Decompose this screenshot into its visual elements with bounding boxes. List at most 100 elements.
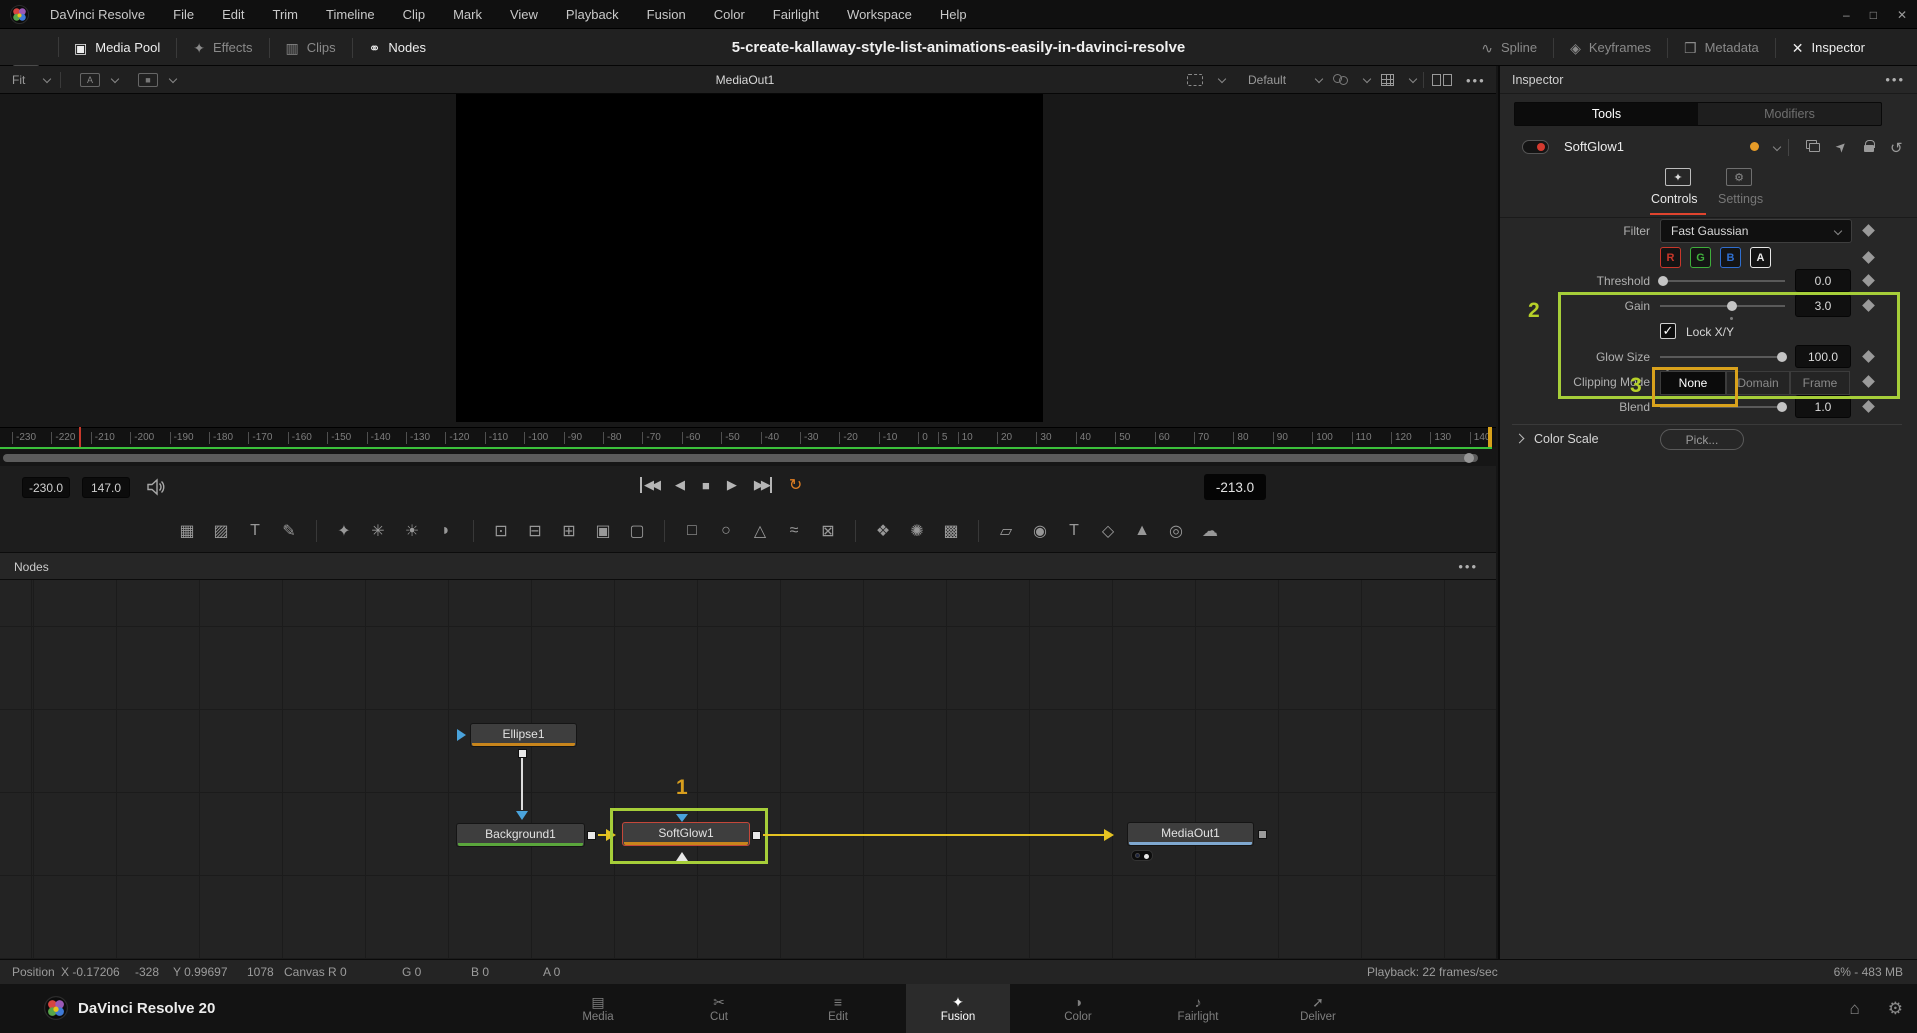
lock-icon[interactable] (1864, 140, 1875, 152)
menu-fairlight[interactable]: Fairlight (759, 0, 833, 29)
inspector-options-menu[interactable]: ••• (1885, 72, 1905, 87)
blend-slider[interactable] (1660, 402, 1787, 412)
spline-button[interactable]: ∿ Spline (1469, 29, 1549, 66)
keyframe-diamond-icon[interactable] (1862, 400, 1875, 413)
time-ruler[interactable]: -230 -220 -210 -200 -190 -180 -170 -160 -150 -140… (0, 427, 1496, 447)
chevron-down-icon[interactable] (1217, 74, 1227, 84)
cloud-tool-icon[interactable]: ☁ (1197, 519, 1223, 543)
maximize-button[interactable]: □ (1870, 8, 1877, 22)
merge3d-tool-icon[interactable]: ◇ (1095, 519, 1121, 543)
tab-tools[interactable]: Tools (1515, 103, 1698, 125)
copy-icon[interactable] (1809, 143, 1820, 152)
viewer-options-menu[interactable]: ••• (1466, 73, 1486, 88)
metadata-button[interactable]: ❒ Metadata (1672, 29, 1771, 66)
channel-b-button[interactable]: B (1720, 247, 1741, 268)
dod-tool-icon[interactable]: ⊟ (522, 519, 548, 543)
current-time-field[interactable]: -213.0 (1204, 474, 1266, 500)
page-tab-edit[interactable]: ≡ Edit (786, 984, 890, 1033)
menu-edit[interactable]: Edit (208, 0, 258, 29)
menu-view[interactable]: View (496, 0, 552, 29)
keyframe-diamond-icon[interactable] (1862, 350, 1875, 363)
node-output-port[interactable] (518, 749, 527, 758)
glow-size-slider[interactable] (1660, 352, 1787, 362)
nodes-button[interactable]: ⚭ Nodes (357, 29, 438, 66)
pin-icon[interactable]: ➤ (1832, 137, 1851, 156)
home-icon[interactable]: ⌂ (1849, 999, 1859, 1019)
page-tab-color[interactable]: ◑ Color (1026, 984, 1130, 1033)
chevron-right-icon[interactable] (1514, 433, 1525, 444)
dissolve-tool-icon[interactable]: ✺ (904, 519, 930, 543)
go-to-start-button[interactable]: ◀◀ (640, 477, 661, 493)
glow-tool-icon[interactable]: ❖ (870, 519, 896, 543)
menu-workspace[interactable]: Workspace (833, 0, 926, 29)
gain-value[interactable]: 3.0 (1795, 294, 1851, 317)
node-output-port[interactable] (1258, 830, 1267, 839)
blend-value[interactable]: 1.0 (1795, 395, 1851, 418)
fastnoise-tool-icon[interactable]: ▨ (208, 519, 234, 543)
camera3d-tool-icon[interactable]: ▲ (1129, 519, 1155, 543)
settings-gear-icon[interactable]: ⚙ (1888, 999, 1903, 1019)
viewer-canvas[interactable] (0, 94, 1496, 427)
menu-file[interactable]: File (159, 0, 208, 29)
subtab-settings[interactable]: Settings (1718, 192, 1763, 206)
controls-icon[interactable]: ✦ (1665, 168, 1691, 186)
go-to-end-button[interactable]: ▶▶ (754, 477, 772, 493)
pick-button[interactable]: Pick... (1660, 429, 1744, 450)
threshold-value[interactable]: 0.0 (1795, 269, 1851, 292)
background-tool-icon[interactable]: ▦ (174, 519, 200, 543)
keyframe-diamond-icon[interactable] (1862, 299, 1875, 312)
channel-r-button[interactable]: R (1660, 247, 1681, 268)
menu-davinci-resolve[interactable]: DaVinci Resolve (36, 0, 159, 29)
particles-tool-icon[interactable]: ✦ (331, 519, 357, 543)
renderer3d-tool-icon[interactable]: ◎ (1163, 519, 1189, 543)
audio-mute-icon[interactable] (146, 478, 166, 496)
fit-dropdown[interactable]: Fit (12, 73, 25, 87)
page-tab-deliver[interactable]: ➚ Deliver (1266, 984, 1370, 1033)
media-pool-button[interactable]: ▣ Media Pool (62, 29, 172, 66)
grid-view-icon[interactable] (1381, 74, 1394, 86)
menu-fusion[interactable]: Fusion (633, 0, 700, 29)
menu-clip[interactable]: Clip (389, 0, 439, 29)
pmerge-tool-icon[interactable]: ◗ (433, 519, 459, 543)
slider-thumb[interactable] (1658, 276, 1668, 286)
slider-thumb[interactable] (1727, 301, 1737, 311)
menu-color[interactable]: Color (700, 0, 759, 29)
keyframe-diamond-icon[interactable] (1862, 375, 1875, 388)
stop-button[interactable]: ■ (702, 478, 710, 493)
tab-modifiers[interactable]: Modifiers (1698, 103, 1881, 125)
menu-playback[interactable]: Playback (552, 0, 633, 29)
slider-thumb[interactable] (1777, 402, 1787, 412)
paint-tool-icon[interactable]: ✎ (276, 519, 302, 543)
page-tab-fusion[interactable]: ✦ Fusion (906, 984, 1010, 1033)
close-button[interactable]: ✕ (1897, 8, 1907, 22)
filter-dropdown[interactable]: Fast Gaussian (1660, 219, 1852, 243)
keyframe-diamond-icon[interactable] (1862, 274, 1875, 287)
split-view-icon[interactable] (1432, 74, 1452, 86)
solo-view-button[interactable]: ■ (138, 73, 158, 87)
keyframe-diamond-icon[interactable] (1862, 251, 1875, 264)
clipping-none-button[interactable]: None (1660, 371, 1726, 395)
timeline-scrollbar[interactable] (0, 452, 1496, 464)
clips-button[interactable]: ▥ Clips (274, 29, 348, 66)
range-start-field[interactable]: -230.0 (22, 477, 70, 498)
text-tool-icon[interactable]: T (242, 519, 268, 543)
node-output-port[interactable] (752, 831, 761, 840)
menu-help[interactable]: Help (926, 0, 981, 29)
gridwarp-tool-icon[interactable]: ▩ (938, 519, 964, 543)
transform-tool-icon[interactable]: ⊡ (488, 519, 514, 543)
pemitter-tool-icon[interactable]: ✳ (365, 519, 391, 543)
polygon-mask-icon[interactable]: △ (747, 519, 773, 543)
effects-button[interactable]: ✦ Effects (181, 29, 264, 66)
inspector-button[interactable]: ✕ Inspector (1780, 29, 1877, 66)
node-ellipse1[interactable]: Ellipse1 (470, 723, 577, 747)
gain-slider[interactable] (1660, 301, 1785, 311)
minimize-button[interactable]: – (1843, 8, 1850, 22)
menu-trim[interactable]: Trim (259, 0, 313, 29)
step-back-button[interactable]: ◀ (675, 477, 685, 493)
slider-thumb[interactable] (1777, 352, 1787, 362)
node-graph[interactable]: Ellipse1 Background1 1 SoftGlow1 MediaOu… (0, 580, 1496, 959)
range-end-field[interactable]: 147.0 (82, 477, 130, 498)
keyframe-diamond-icon[interactable] (1862, 224, 1875, 237)
glow-size-value[interactable]: 100.0 (1795, 345, 1851, 368)
node-output-port[interactable] (587, 831, 596, 840)
